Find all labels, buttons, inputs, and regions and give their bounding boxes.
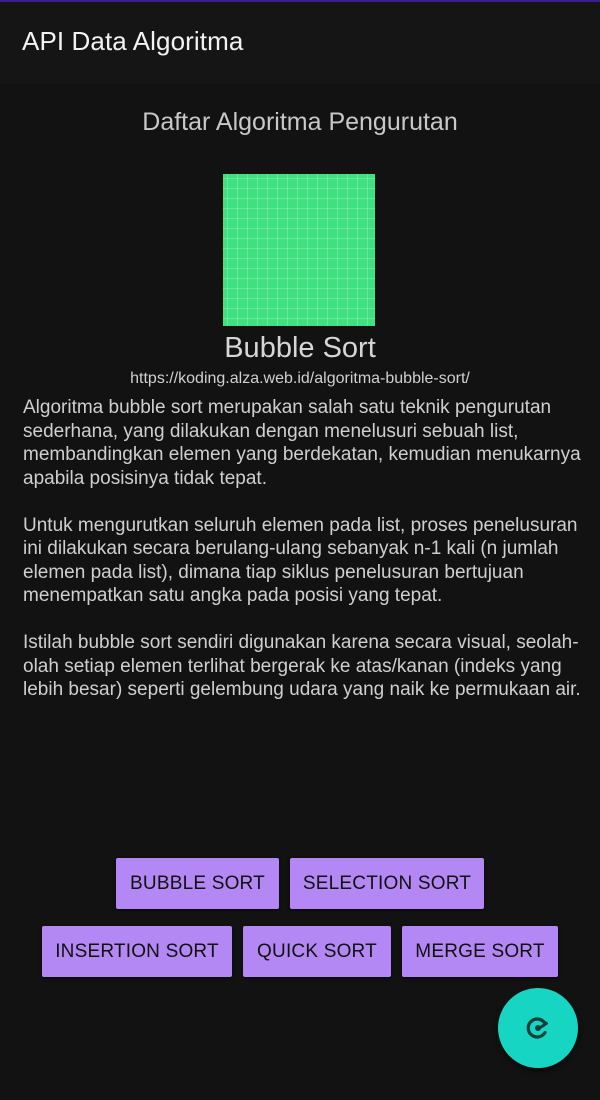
description-paragraph: Untuk mengurutkan seluruh elemen pada li… xyxy=(23,514,578,607)
merge-sort-button[interactable]: MERGE SORT xyxy=(402,926,558,977)
algorithm-thumbnail xyxy=(223,174,375,326)
refresh-icon xyxy=(526,1017,548,1039)
refresh-fab-button[interactable] xyxy=(498,988,578,1068)
app-bar: API Data Algoritma xyxy=(0,2,600,84)
bubble-sort-button[interactable]: BUBBLE SORT xyxy=(116,858,279,909)
section-title: Daftar Algoritma Pengurutan xyxy=(142,108,458,136)
algorithm-url: https://koding.alza.web.id/algoritma-bub… xyxy=(130,370,470,387)
algorithm-description: Algoritma bubble sort merupakan salah sa… xyxy=(23,396,583,725)
description-paragraph: Istilah bubble sort sendiri digunakan ka… xyxy=(23,632,581,700)
quick-sort-button[interactable]: QUICK SORT xyxy=(243,926,391,977)
selection-sort-button[interactable]: SELECTION SORT xyxy=(290,858,484,909)
algorithm-name: Bubble Sort xyxy=(224,332,376,364)
app-title: API Data Algoritma xyxy=(22,26,244,56)
description-paragraph: Algoritma bubble sort merupakan salah sa… xyxy=(23,397,581,489)
insertion-sort-button[interactable]: INSERTION SORT xyxy=(42,926,232,977)
